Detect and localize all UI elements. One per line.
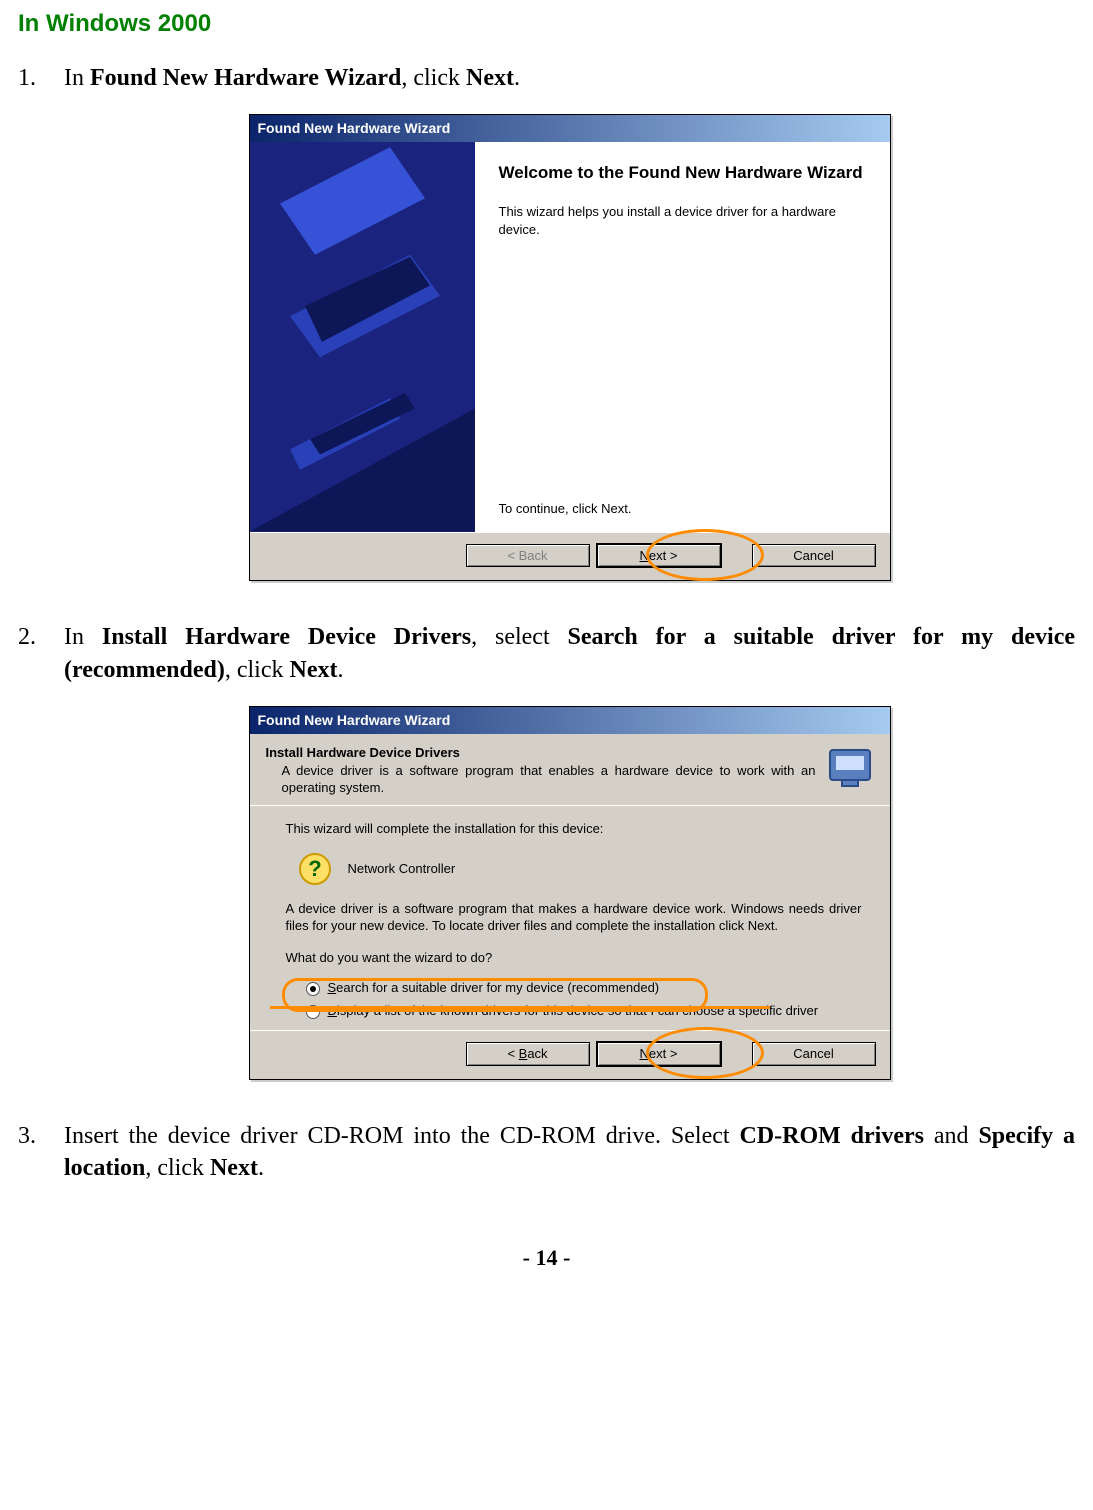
step2-mid2: , click bbox=[225, 657, 290, 683]
step2-mid1: , select bbox=[471, 624, 567, 650]
step2-prefix: In bbox=[64, 624, 102, 650]
dialog2-line1: This wizard will complete the installati… bbox=[286, 820, 862, 838]
next-button-rest: ext > bbox=[649, 548, 678, 563]
steps-list: In Found New Hardware Wizard, click Next… bbox=[18, 62, 1075, 1185]
question-icon: ? bbox=[298, 852, 332, 886]
dialog1-welcome-title: Welcome to the Found New Hardware Wizard bbox=[499, 162, 866, 185]
radio-dot-display bbox=[306, 1005, 320, 1019]
dialog2-titlebar: Found New Hardware Wizard bbox=[250, 707, 890, 734]
dialog1-wrap: Found New Hardware Wizard bbox=[64, 114, 1075, 581]
cancel-button[interactable]: Cancel bbox=[752, 1042, 876, 1066]
next-button[interactable]: Next > bbox=[596, 1041, 722, 1067]
step1-mid: , click bbox=[401, 65, 466, 91]
back-button: < Back bbox=[466, 544, 590, 568]
dialog1-button-row: < Back Next > Cancel bbox=[250, 532, 890, 581]
step3-mid2: , click bbox=[145, 1155, 210, 1181]
step-2: In Install Hardware Device Drivers, sele… bbox=[64, 621, 1075, 1080]
found-new-hardware-wizard-welcome-dialog: Found New Hardware Wizard bbox=[249, 114, 891, 581]
step3-bold1: CD-ROM drivers bbox=[739, 1123, 924, 1149]
dialog2-prompt: What do you want the wizard to do? bbox=[286, 949, 862, 967]
dialog2-button-row: < Back Next > Cancel bbox=[250, 1030, 890, 1079]
dialog2-wrap: Found New Hardware Wizard Install Hardwa… bbox=[64, 706, 1075, 1080]
radio-group: Search for a suitable driver for my devi… bbox=[306, 980, 862, 1020]
step2-text: In Install Hardware Device Drivers, sele… bbox=[64, 624, 1075, 682]
next-button-accel: N bbox=[640, 548, 649, 563]
dialog2-header-text: Install Hardware Device Drivers A device… bbox=[266, 744, 816, 797]
next-button[interactable]: Next > bbox=[596, 543, 722, 569]
dialog1-split: Welcome to the Found New Hardware Wizard… bbox=[250, 142, 890, 531]
next-accel: N bbox=[640, 1046, 649, 1061]
radio-option-search[interactable]: Search for a suitable driver for my devi… bbox=[306, 980, 862, 997]
page-number: - 14 - bbox=[18, 1245, 1075, 1271]
radio1-accel: S bbox=[328, 980, 337, 995]
radio-label-search: Search for a suitable driver for my devi… bbox=[328, 980, 660, 997]
dialog2-line2: A device driver is a software program th… bbox=[286, 900, 862, 935]
step3-bold3: Next bbox=[210, 1155, 258, 1181]
step2-bold1: Install Hardware Device Drivers bbox=[102, 624, 471, 650]
back-rest: ack bbox=[527, 1046, 547, 1061]
step1-prefix: In bbox=[64, 65, 90, 91]
step2-bold3: Next bbox=[289, 657, 337, 683]
radio2-rest: isplay a list of the known drivers for t… bbox=[337, 1003, 818, 1018]
step3-suffix: . bbox=[258, 1155, 264, 1181]
section-heading: In Windows 2000 bbox=[18, 10, 1075, 38]
step3-text: Insert the device driver CD-ROM into the… bbox=[64, 1123, 1075, 1181]
cancel-button[interactable]: Cancel bbox=[752, 544, 876, 568]
radio2-accel: D bbox=[328, 1003, 337, 1018]
dialog1-sidebar-graphic bbox=[250, 142, 475, 531]
dialog1-body: Welcome to the Found New Hardware Wizard… bbox=[250, 142, 890, 580]
step1-bold2: Next bbox=[466, 65, 514, 91]
step1-suffix: . bbox=[514, 65, 520, 91]
step3-mid1: and bbox=[924, 1123, 978, 1149]
dialog1-welcome-info: This wizard helps you install a device d… bbox=[499, 203, 866, 238]
dialog2-body: Install Hardware Device Drivers A device… bbox=[250, 734, 890, 1079]
radio-option-display-list[interactable]: Display a list of the known drivers for … bbox=[306, 1003, 862, 1020]
dialog1-titlebar: Found New Hardware Wizard bbox=[250, 115, 890, 142]
step-3: Insert the device driver CD-ROM into the… bbox=[64, 1120, 1075, 1185]
device-row: ? Network Controller bbox=[298, 852, 862, 886]
dialog1-continue-text: To continue, click Next. bbox=[499, 500, 866, 518]
next-rest: ext > bbox=[649, 1046, 678, 1061]
radio-dot-search bbox=[306, 982, 320, 996]
back-prefix: < bbox=[507, 1046, 518, 1061]
step-1: In Found New Hardware Wizard, click Next… bbox=[64, 62, 1075, 581]
radio-label-display: Display a list of the known drivers for … bbox=[328, 1003, 819, 1020]
step1-bold1: Found New Hardware Wizard bbox=[90, 65, 401, 91]
step3-prefix: Insert the device driver CD-ROM into the… bbox=[64, 1123, 739, 1149]
step2-suffix: . bbox=[337, 657, 343, 683]
dialog2-header-title: Install Hardware Device Drivers bbox=[266, 745, 460, 760]
dialog2-content: This wizard will complete the installati… bbox=[250, 806, 890, 1030]
dialog2-header-sub: A device driver is a software program th… bbox=[282, 763, 816, 797]
radio1-rest: earch for a suitable driver for my devic… bbox=[336, 980, 659, 995]
device-icon bbox=[826, 744, 874, 792]
back-button[interactable]: < Back bbox=[466, 1042, 590, 1066]
dialog2-header: Install Hardware Device Drivers A device… bbox=[250, 734, 890, 806]
svg-text:?: ? bbox=[308, 856, 321, 881]
device-name: Network Controller bbox=[348, 860, 456, 878]
dialog1-content: Welcome to the Found New Hardware Wizard… bbox=[475, 142, 890, 531]
step1-text: In Found New Hardware Wizard, click Next… bbox=[64, 65, 520, 91]
install-hardware-device-drivers-dialog: Found New Hardware Wizard Install Hardwa… bbox=[249, 706, 891, 1080]
